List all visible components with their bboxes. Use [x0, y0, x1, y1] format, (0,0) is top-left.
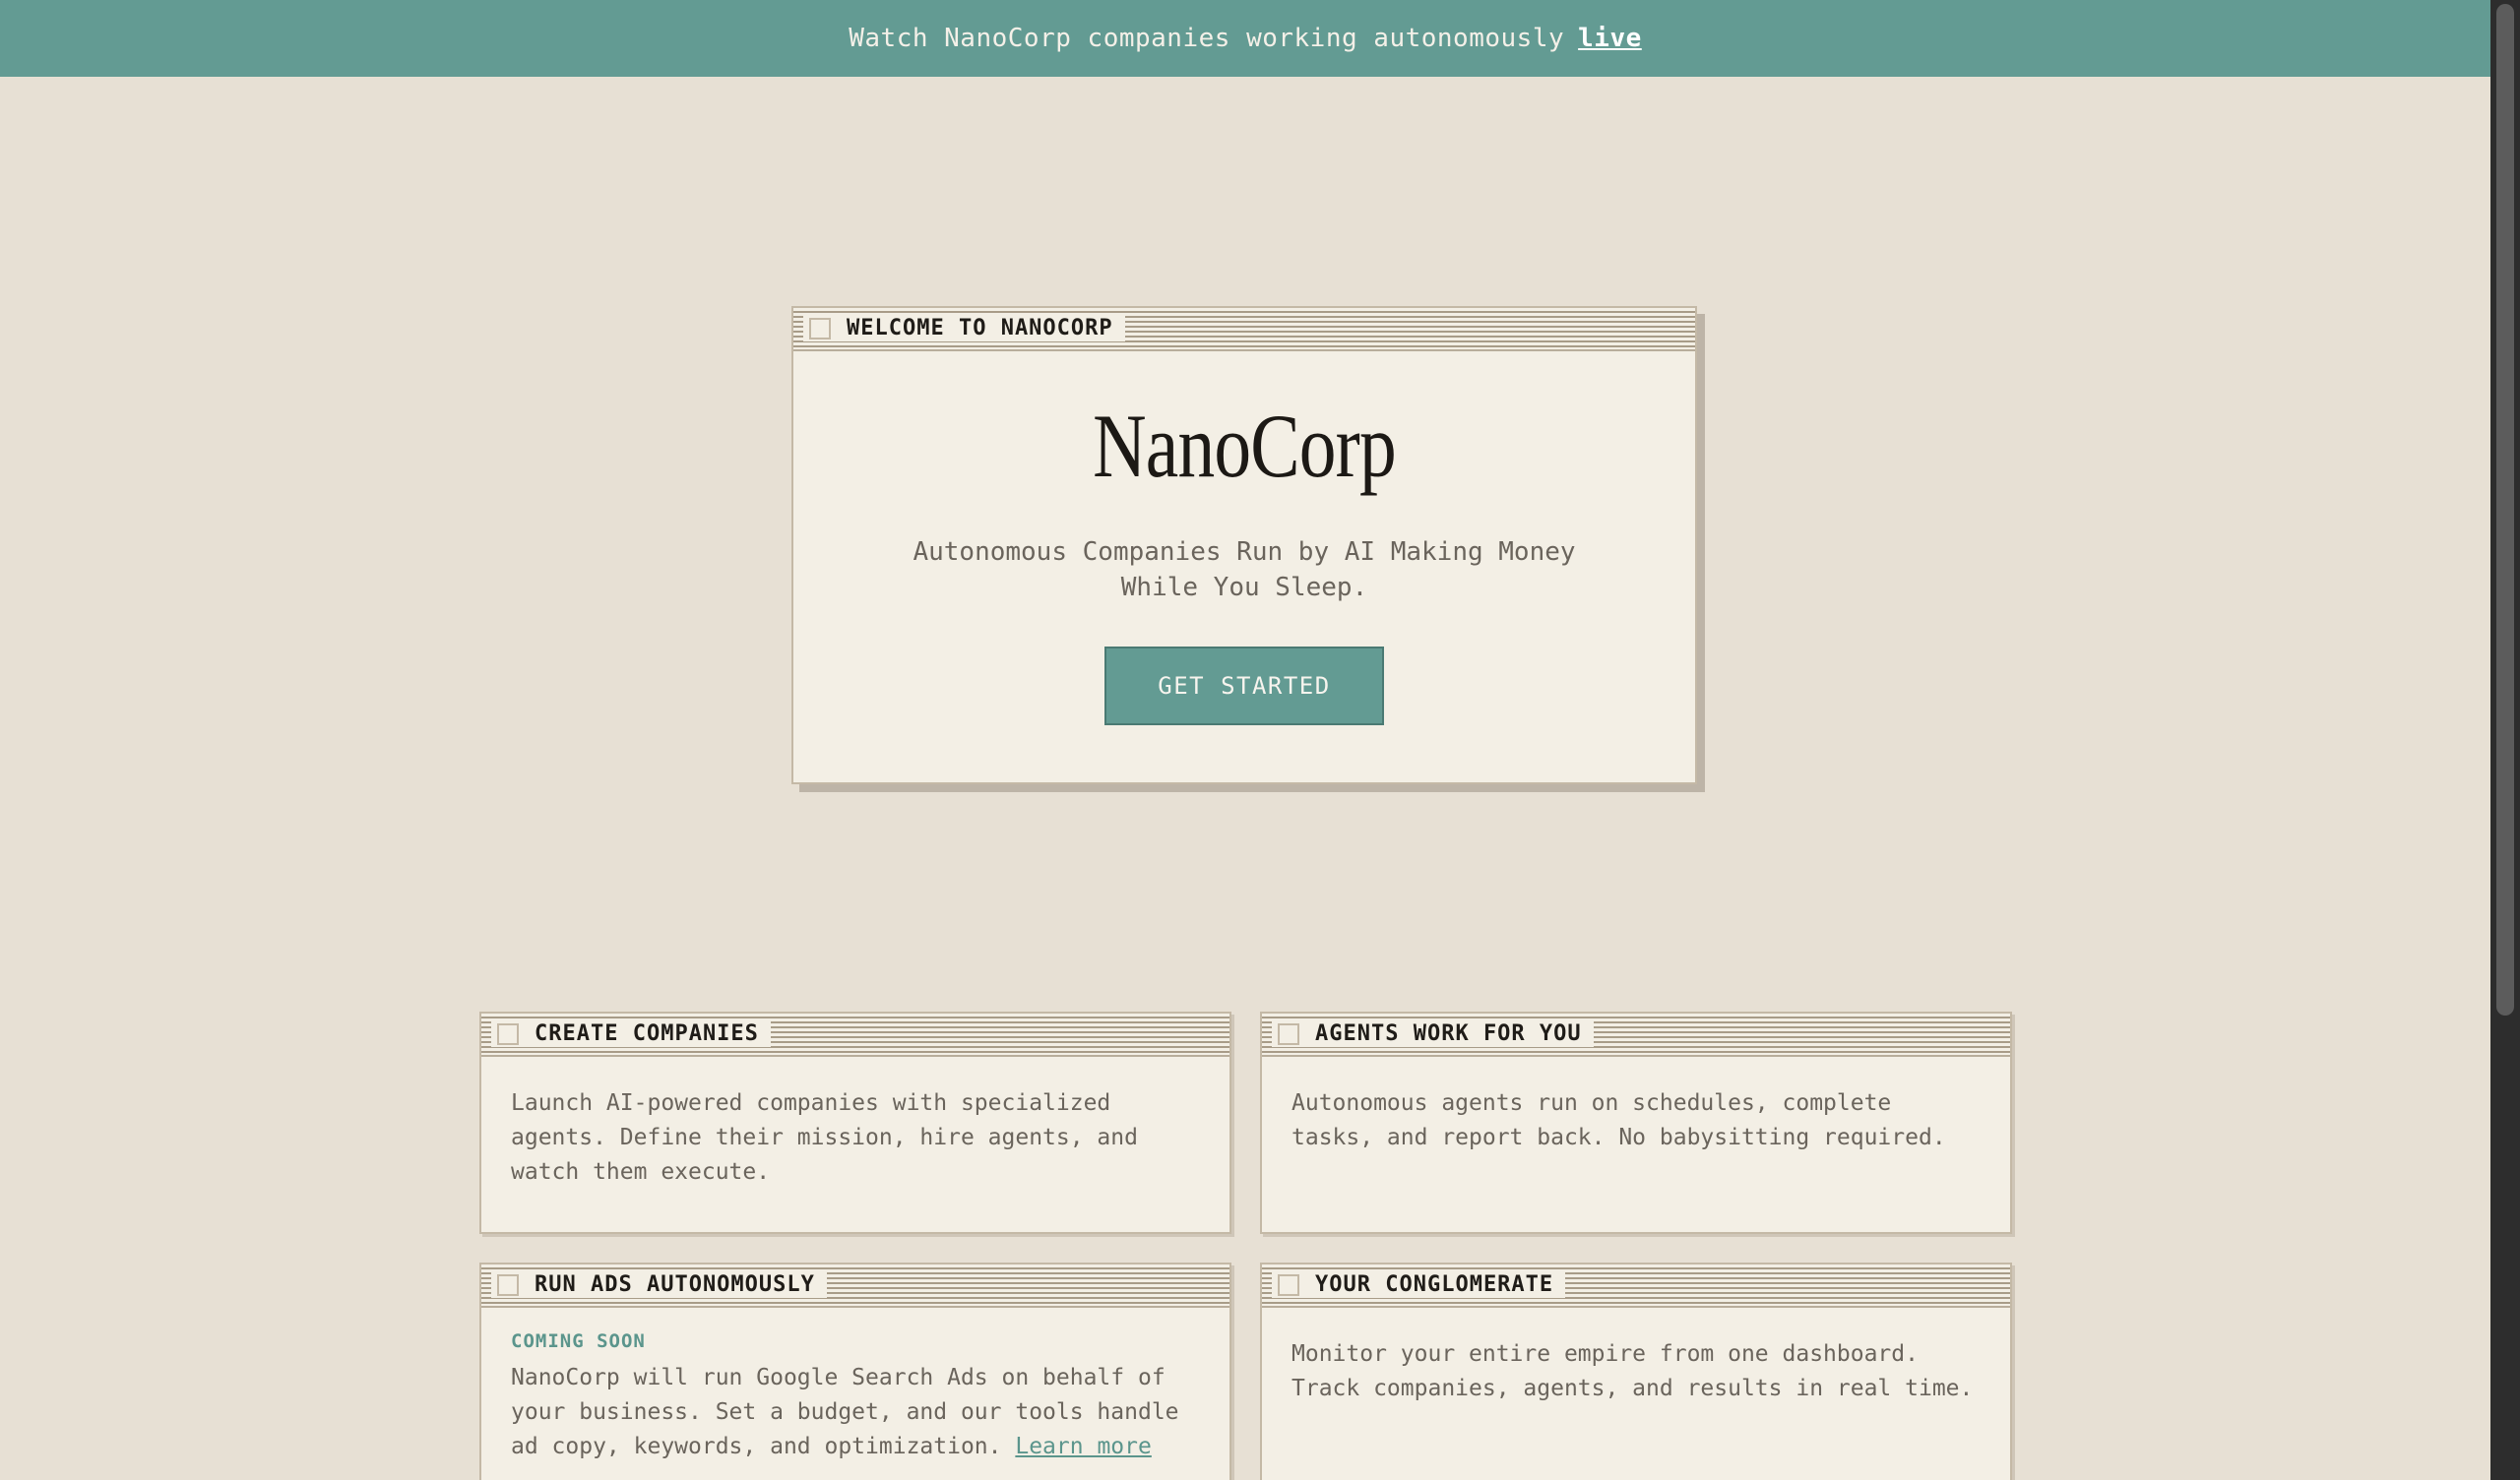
window-box-icon [491, 1021, 525, 1047]
banner-text: Watch NanoCorp companies working autonom… [849, 24, 1565, 53]
feature-card-conglomerate: YOUR CONGLOMERATE Monitor your entire em… [1260, 1263, 2012, 1480]
welcome-window: WELCOME TO NANOCORP NanoCorp Autonomous … [791, 306, 1697, 784]
card-title: AGENTS WORK FOR YOU [1305, 1021, 1594, 1047]
banner-live-link[interactable]: live [1578, 24, 1642, 53]
card-titlebar: RUN ADS AUTONOMOUSLY [481, 1264, 1229, 1308]
page: Watch NanoCorp companies working autonom… [0, 0, 2490, 1480]
hero-tagline: Autonomous Companies Run by AI Making Mo… [913, 537, 1576, 602]
window-title: WELCOME TO NANOCORP [837, 316, 1125, 341]
get-started-button[interactable]: GET STARTED [1104, 647, 1384, 725]
feature-card-agents-work: AGENTS WORK FOR YOU Autonomous agents ru… [1260, 1012, 2012, 1234]
feature-card-create-companies: CREATE COMPANIES Launch AI-powered compa… [479, 1012, 1231, 1234]
announcement-banner: Watch NanoCorp companies working autonom… [0, 0, 2490, 77]
card-body: COMING SOON NanoCorp will run Google Sea… [481, 1308, 1229, 1464]
card-title: RUN ADS AUTONOMOUSLY [525, 1272, 827, 1298]
brand-title: NanoCorp [1093, 396, 1397, 496]
vertical-scrollbar[interactable] [2490, 0, 2520, 1480]
card-title: CREATE COMPANIES [525, 1021, 771, 1047]
scrollbar-thumb[interactable] [2496, 4, 2514, 1016]
card-titlebar: AGENTS WORK FOR YOU [1262, 1014, 2010, 1057]
window-box-icon [1272, 1272, 1305, 1298]
feature-card-run-ads: RUN ADS AUTONOMOUSLY COMING SOON NanoCor… [479, 1263, 1231, 1480]
window-box-icon [491, 1272, 525, 1298]
card-body: Autonomous agents run on schedules, comp… [1292, 1090, 1946, 1150]
window-box-icon [803, 316, 837, 341]
coming-soon-badge: COMING SOON [511, 1330, 646, 1352]
card-titlebar: CREATE COMPANIES [481, 1014, 1229, 1057]
hero-content: NanoCorp Autonomous Companies Run by AI … [793, 351, 1695, 725]
card-title: YOUR CONGLOMERATE [1305, 1272, 1566, 1298]
card-body: Launch AI-powered companies with special… [511, 1090, 1138, 1185]
window-titlebar: WELCOME TO NANOCORP [793, 308, 1695, 351]
card-body: Monitor your entire empire from one dash… [1292, 1341, 1974, 1401]
learn-more-link[interactable]: Learn more [1015, 1434, 1151, 1459]
card-titlebar: YOUR CONGLOMERATE [1262, 1264, 2010, 1308]
window-box-icon [1272, 1021, 1305, 1047]
